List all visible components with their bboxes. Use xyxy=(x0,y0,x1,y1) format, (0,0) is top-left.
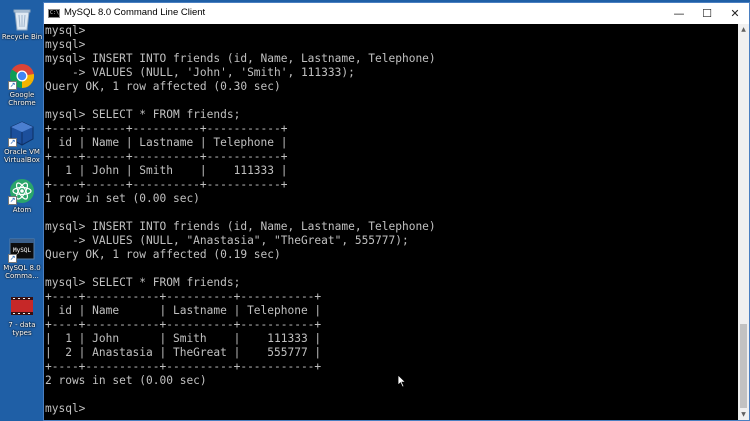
desktop-icon-label: Atom xyxy=(12,206,32,214)
console-line: Query OK, 1 row affected (0.19 sec) xyxy=(45,248,281,261)
desktop-icon-label: MySQL 8.0 Comma... xyxy=(3,264,41,280)
console-line: | 1 | John | Smith | 111333 | xyxy=(45,332,322,345)
mouse-cursor-icon xyxy=(397,373,407,392)
console-app-icon[interactable]: C:\ xyxy=(48,9,60,18)
title-bar[interactable]: C:\ MySQL 8.0 Command Line Client — ☐ ✕ xyxy=(44,3,749,24)
console-line: -> VALUES (NULL, "Anastasia", "TheGreat"… xyxy=(45,234,409,247)
desktop-icon-label: Oracle VM VirtualBox xyxy=(4,148,40,164)
console-line: +----+-----------+----------+-----------… xyxy=(45,318,322,331)
desktop-icon-atom[interactable]: ↗ Atom xyxy=(0,177,44,214)
console-line: | 1 | John | Smith | 111333 | xyxy=(45,164,288,177)
console-line: 1 row in set (0.00 sec) xyxy=(45,192,200,205)
shortcut-arrow-icon: ↗ xyxy=(8,138,17,147)
console-line: mysql> xyxy=(45,24,86,37)
console-line: mysql> INSERT INTO friends (id, Name, La… xyxy=(45,220,436,233)
desktop-icon-label: Google Chrome xyxy=(8,91,36,107)
console-line: | id | Name | Lastname | Telephone | xyxy=(45,136,288,149)
console-line: -> VALUES (NULL, 'John', 'Smith', 111333… xyxy=(45,66,355,79)
console-line: +----+------+----------+-----------+ xyxy=(45,178,288,191)
console-line: | id | Name | Lastname | Telephone | xyxy=(45,304,322,317)
shortcut-arrow-icon: ↗ xyxy=(8,254,17,263)
window-title: MySQL 8.0 Command Line Client xyxy=(64,7,206,18)
console-line: mysql> INSERT INTO friends (id, Name, La… xyxy=(45,52,436,65)
video-file-icon xyxy=(8,292,36,320)
shortcut-arrow-icon: ↗ xyxy=(8,196,17,205)
desktop-icon-label: 7 - data types xyxy=(8,321,36,337)
mysql-icon: MySQL ↗ xyxy=(8,235,36,263)
console-line: +----+------+----------+-----------+ xyxy=(45,122,288,135)
console-line: mysql> xyxy=(45,38,86,51)
mysql-console-window[interactable]: C:\ MySQL 8.0 Command Line Client — ☐ ✕ … xyxy=(43,2,750,421)
scroll-up-arrow-icon[interactable]: ▲ xyxy=(738,24,749,35)
desktop-icon-mysql-command-line[interactable]: MySQL ↗ MySQL 8.0 Comma... xyxy=(0,235,44,280)
desktop-icon-google-chrome[interactable]: ↗ Google Chrome xyxy=(0,62,44,107)
console-line: +----+-----------+----------+-----------… xyxy=(45,360,322,373)
console-line: 2 rows in set (0.00 sec) xyxy=(45,374,207,387)
app-icon-text: C:\ xyxy=(50,10,60,16)
shortcut-arrow-icon: ↗ xyxy=(8,81,17,90)
console-output[interactable]: mysql> mysql> mysql> INSERT INTO friends (… xyxy=(44,24,738,420)
console-line: mysql> xyxy=(45,402,86,415)
close-button[interactable]: ✕ xyxy=(721,3,749,24)
scroll-thumb[interactable] xyxy=(740,324,747,408)
desktop: Recycle Bin ↗ Google Chrome ↗ Oracle VM … xyxy=(0,0,750,421)
chrome-icon: ↗ xyxy=(8,62,36,90)
console-line: +----+------+----------+-----------+ xyxy=(45,150,288,163)
virtualbox-icon: ↗ xyxy=(8,119,36,147)
console-line: mysql> SELECT * FROM friends; xyxy=(45,276,241,289)
desktop-icon-data-types-video[interactable]: 7 - data types xyxy=(0,292,44,337)
desktop-icon-column: Recycle Bin ↗ Google Chrome ↗ Oracle VM … xyxy=(0,0,44,421)
svg-text:MySQL: MySQL xyxy=(13,247,31,254)
desktop-icon-recycle-bin[interactable]: Recycle Bin xyxy=(0,4,44,41)
console-line: | 2 | Anastasia | TheGreat | 555777 | xyxy=(45,346,322,359)
maximize-button[interactable]: ☐ xyxy=(693,3,721,24)
desktop-icon-oracle-vm-virtualbox[interactable]: ↗ Oracle VM VirtualBox xyxy=(0,119,44,164)
console-line: mysql> SELECT * FROM friends; xyxy=(45,108,241,121)
recycle-bin-icon xyxy=(8,4,36,32)
console-line: Query OK, 1 row affected (0.30 sec) xyxy=(45,80,281,93)
scroll-down-arrow-icon[interactable]: ▼ xyxy=(738,409,749,420)
console-line: +----+-----------+----------+-----------… xyxy=(45,290,322,303)
desktop-icon-label: Recycle Bin xyxy=(1,33,43,41)
atom-icon: ↗ xyxy=(8,177,36,205)
minimize-button[interactable]: — xyxy=(665,3,693,24)
vertical-scrollbar[interactable]: ▲ ▼ xyxy=(738,24,749,420)
